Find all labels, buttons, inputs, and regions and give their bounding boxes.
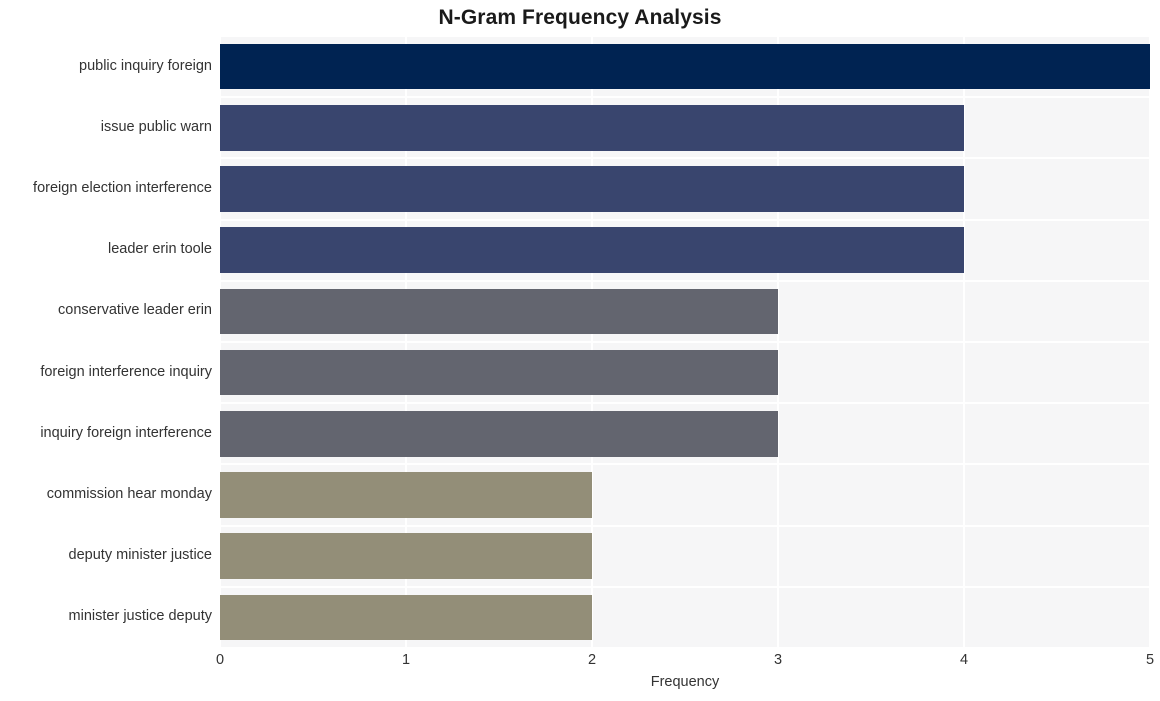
y-gridline (220, 219, 1150, 221)
y-gridline (220, 96, 1150, 98)
bar (220, 411, 778, 457)
bar (220, 288, 778, 335)
y-tick-label: foreign election interference (33, 180, 212, 196)
y-axis-tick-labels: public inquiry foreign issue public warn f… (0, 36, 212, 648)
y-gridline (220, 402, 1150, 404)
x-axis-tick-labels: 0 1 2 3 4 5 (0, 652, 1160, 676)
x-tick-label: 2 (587, 652, 597, 668)
y-tick-label: public inquiry foreign (79, 57, 212, 74)
chart-figure: N-Gram Frequency Analysis public inquiry… (0, 0, 1160, 701)
y-tick-label: leader erin toole (108, 241, 212, 258)
y-tick-label: conservative leader erin (58, 302, 212, 319)
x-tick-label: 0 (215, 652, 225, 668)
bar (220, 43, 1150, 90)
bar (220, 594, 592, 641)
y-gridline (220, 341, 1150, 343)
y-gridline (220, 647, 1150, 648)
x-axis-title: Frequency (650, 674, 720, 690)
y-tick-label: foreign interference inquiry (40, 363, 212, 380)
bar (220, 349, 778, 396)
y-gridline (220, 36, 1150, 37)
y-gridline (220, 157, 1150, 159)
y-tick-label: commission hear monday (46, 486, 212, 502)
y-tick-label: minister justice deputy (68, 608, 212, 625)
bar (220, 227, 964, 273)
x-tick-label: 5 (1145, 652, 1155, 668)
y-gridline (220, 525, 1150, 527)
bar (220, 166, 964, 212)
plot-area (220, 36, 1150, 648)
y-gridline (220, 586, 1150, 588)
y-tick-label: inquiry foreign interference (40, 424, 212, 441)
x-tick-label: 3 (773, 652, 783, 668)
x-tick-label: 1 (401, 652, 411, 668)
y-tick-label: issue public warn (100, 118, 212, 135)
y-gridline (220, 463, 1150, 465)
y-gridline (220, 280, 1150, 282)
bar (220, 533, 592, 579)
chart-title: N-Gram Frequency Analysis (438, 6, 722, 29)
bar (220, 105, 964, 151)
bar (220, 472, 592, 518)
y-tick-label: deputy minister justice (68, 547, 212, 564)
x-tick-label: 4 (959, 652, 969, 668)
